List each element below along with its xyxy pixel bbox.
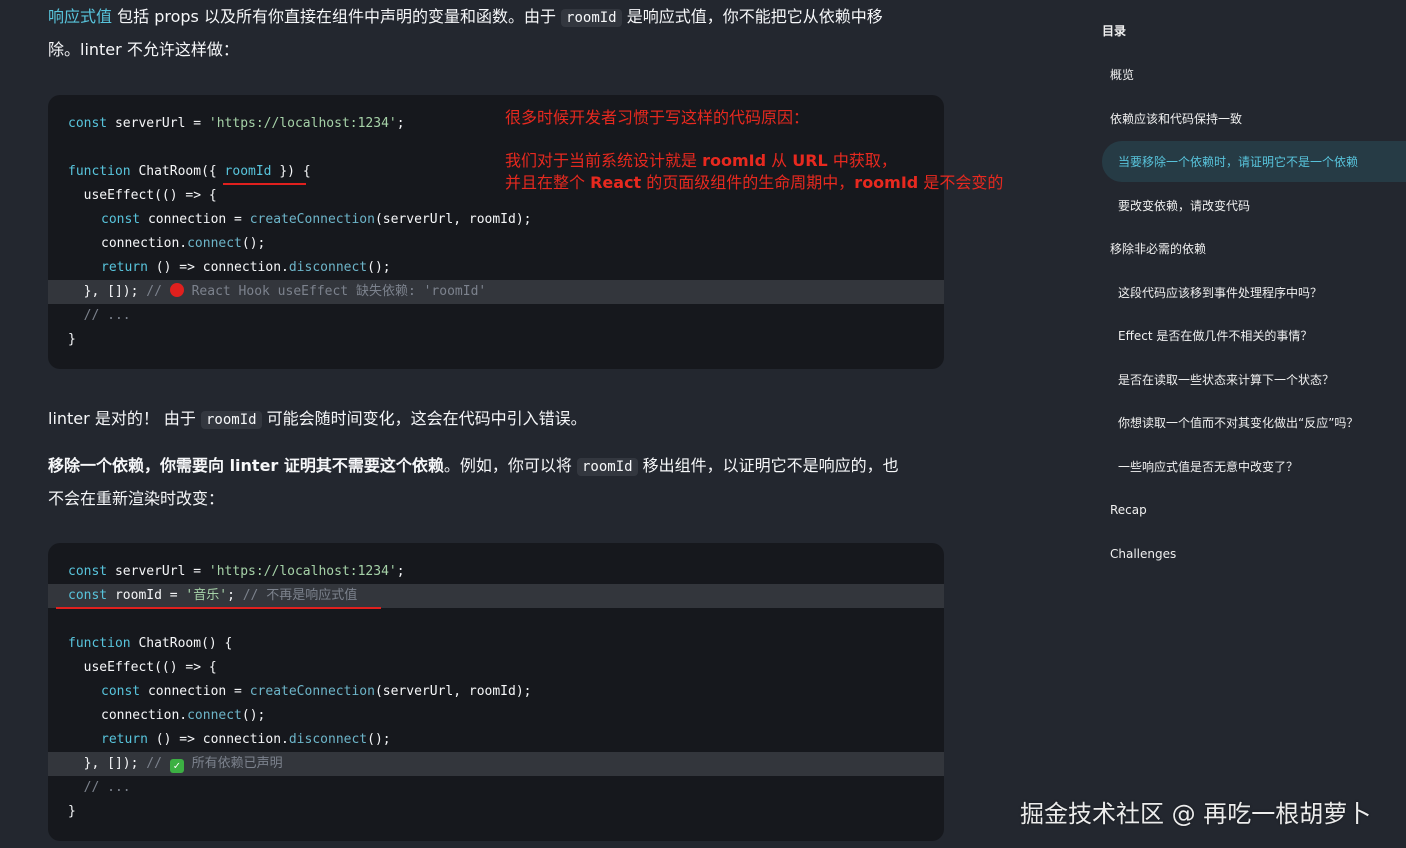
inline-code: roomId (201, 411, 262, 429)
toc-item-remove-unnecessary[interactable]: 移除非必需的依赖 (1110, 239, 1206, 259)
toc-item-next-state[interactable]: 是否在读取一些状态来计算下一个状态？ (1118, 370, 1334, 390)
intro-paragraph: 响应式值 包括 props 以及所有你直接在组件中声明的变量和函数。由于 roo… (48, 7, 883, 59)
reactive-values-link[interactable]: 响应式值 (48, 7, 112, 26)
toc-item-deps-match-code[interactable]: 依赖应该和代码保持一致 (1110, 109, 1242, 129)
roomId-underline (223, 183, 306, 185)
inline-code: roomId (561, 9, 622, 27)
toc-item-unrelated-things[interactable]: Effect 是否在做几件不相关的事情？ (1118, 326, 1312, 346)
annotation-line-2: 我们对于当前系统设计就是 roomId 从 URL 中获取， (505, 151, 897, 170)
toc-item-overview[interactable]: 概览 (1110, 65, 1134, 85)
watermark: 掘金技术社区 @ 再吃一根胡萝卜 (1020, 800, 1372, 828)
toc-item-read-without-react[interactable]: 你想读取一个值而不对其变化做出“反应”吗？ (1118, 413, 1358, 433)
toc-item-prove-not-dependency[interactable]: 当要移除一个依赖时，请证明它不是一个依赖 (1118, 152, 1358, 172)
toc-item-unintended-change[interactable]: 一些响应式值是否无意中改变了？ (1118, 457, 1298, 477)
roomId-const-underline (56, 607, 381, 609)
remove-dependency-paragraph: 移除一个依赖，你需要向 linter 证明其不需要这个依赖。例如，你可以将 ro… (48, 456, 899, 508)
annotation-line-1: 很多时候开发者习惯于写这样的代码原因： (505, 108, 810, 127)
error-icon (169, 283, 184, 297)
linter-paragraph: linter 是对的！ 由于 roomId 可能会随时间变化，这会在代码中引入错… (48, 409, 587, 429)
code-block-1: const serverUrl = 'https://localhost:123… (48, 95, 944, 369)
inline-code: roomId (577, 458, 638, 476)
toc-item-recap[interactable]: Recap (1110, 500, 1147, 520)
toc-item-change-code[interactable]: 要改变依赖，请改变代码 (1118, 196, 1250, 216)
annotation-line-3: 并且在整个 React 的页面级组件的生命周期中，roomId 是不会变的 (505, 173, 1004, 192)
toc-item-challenges[interactable]: Challenges (1110, 544, 1176, 564)
code-block-2: const serverUrl = 'https://localhost:123… (48, 543, 944, 841)
roomId-const-line: const roomId = '音乐'; // 不再是响应式值 (48, 584, 944, 608)
lint-error-line: }, []); // React Hook useEffect 缺失依赖: 'r… (48, 280, 944, 304)
check-icon: ✓ (169, 759, 184, 773)
deps-declared-line: }, []); // ✓ 所有依赖已声明 (48, 752, 944, 776)
toc-item-event-handler[interactable]: 这段代码应该移到事件处理程序中吗？ (1118, 283, 1322, 303)
toc-title: 目录 (1102, 24, 1127, 38)
roomId-param: roomId (224, 164, 272, 179)
